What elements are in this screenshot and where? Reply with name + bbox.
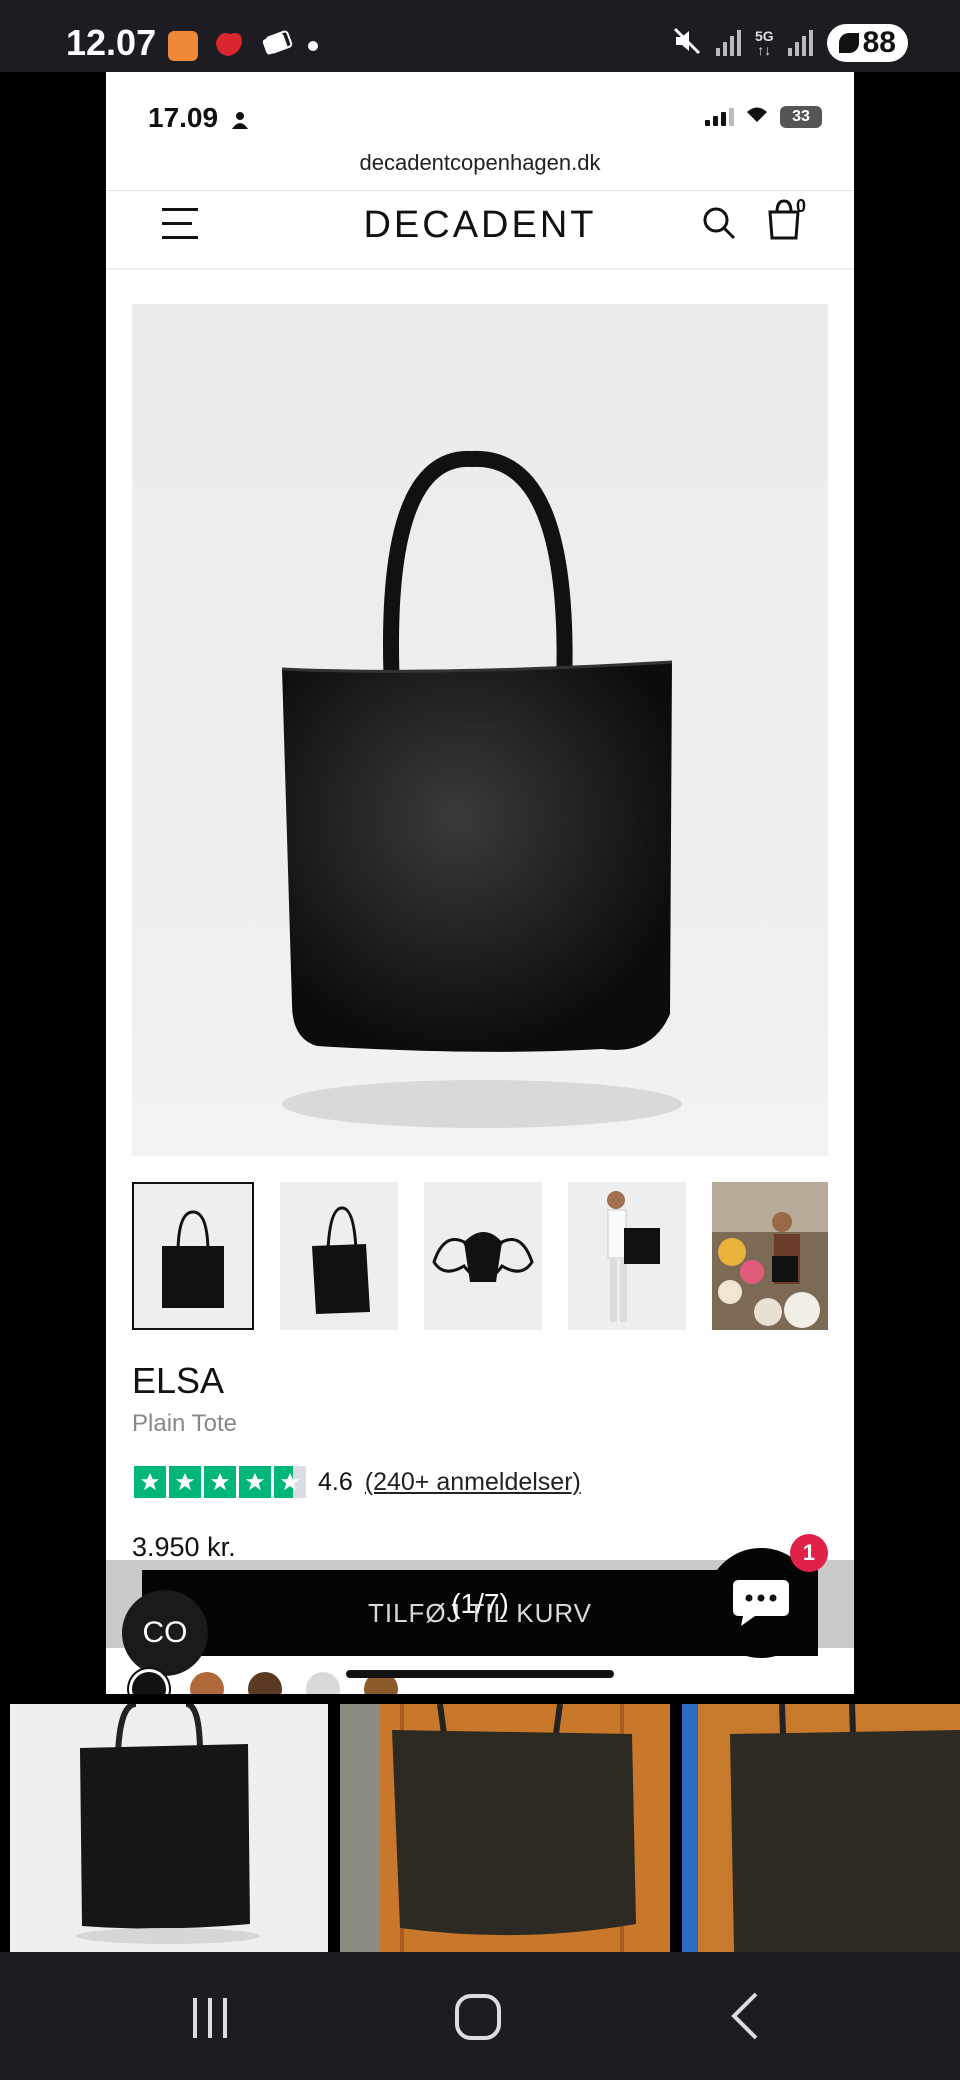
swatch-brown[interactable]: [248, 1672, 282, 1694]
back-icon: [731, 1992, 758, 2040]
home-button[interactable]: [443, 1986, 513, 2046]
android-status-bar: 12.07 5G ↑↓ 88: [0, 0, 960, 72]
home-icon: [455, 1994, 501, 2040]
swatch-light-grey[interactable]: [306, 1672, 340, 1694]
chat-icon: [733, 1580, 789, 1626]
signal-strength-icon: [715, 30, 741, 56]
thumbnail-5[interactable]: [712, 1182, 828, 1330]
star-icon: [134, 1466, 166, 1498]
address-bar-url[interactable]: decadentcopenhagen.dk: [106, 150, 854, 176]
android-time: 12.07: [66, 22, 157, 63]
co-widget-button[interactable]: CO: [122, 1590, 208, 1676]
thumbnail-2[interactable]: [280, 1182, 398, 1330]
gallery-image-2[interactable]: [340, 1704, 670, 1952]
site-header: DECADENT 0: [106, 190, 854, 270]
product-main-image[interactable]: [132, 304, 828, 1156]
gallery-image-3[interactable]: [682, 1704, 960, 1952]
recent-apps-icon: [193, 1998, 227, 2038]
ios-system-icons: 33: [705, 104, 822, 129]
cellular-icon: [705, 107, 734, 126]
more-notifications-dot: [308, 40, 318, 51]
thumbnail-3[interactable]: [424, 1182, 542, 1330]
mute-icon: [672, 26, 702, 61]
rating-score: 4.6: [318, 1467, 353, 1496]
notification-icons: [168, 28, 318, 63]
product-price: 3.950 kr.: [132, 1532, 236, 1562]
swatch-black[interactable]: [132, 1672, 166, 1694]
android-nav-bar: [0, 1952, 960, 2080]
cart-count: 0: [796, 196, 807, 216]
thumbnail-strip: [132, 1182, 832, 1330]
search-icon[interactable]: [700, 204, 740, 249]
recent-apps-button[interactable]: [175, 1986, 245, 2046]
product-subtitle: Plain Tote: [132, 1410, 237, 1437]
network-type: 5G ↑↓: [754, 28, 774, 58]
reviews-link[interactable]: (240+ anmeldelser): [365, 1468, 581, 1497]
thumbnail-1[interactable]: [132, 1182, 254, 1330]
gallery-image-1[interactable]: [10, 1704, 328, 1952]
signal-strength-icon-2: [787, 30, 813, 56]
star-icon: [204, 1466, 236, 1498]
ios-status-bar: 17.09 33: [106, 72, 854, 142]
rating-stars: [134, 1466, 306, 1498]
trustpilot-rating: 4.6 (240+ anmeldelser): [134, 1466, 581, 1498]
star-partial-icon: [274, 1466, 306, 1498]
system-icons: 5G ↑↓ 88: [672, 24, 908, 62]
tote-bag-image: [281, 450, 682, 1128]
image-gallery-strip: [0, 1704, 960, 1952]
star-icon: [239, 1466, 271, 1498]
home-indicator: [346, 1670, 614, 1678]
battery-level: 88: [862, 26, 896, 59]
ios-time: 17.09: [148, 102, 248, 134]
star-icon: [169, 1466, 201, 1498]
battery-indicator: 88: [826, 24, 908, 62]
thumbnail-4[interactable]: [568, 1182, 686, 1330]
ios-battery: 33: [780, 105, 822, 128]
app-notification-icon: [168, 30, 198, 61]
brand-logo[interactable]: DECADENT: [106, 204, 854, 247]
person-icon: [231, 112, 248, 129]
chat-unread-badge: 1: [790, 1534, 828, 1572]
phone-screenshot: 17.09 33 decadentcopenhagen.dk DECADENT …: [106, 72, 854, 1694]
co-icon: CO: [142, 1616, 188, 1649]
swatch-cognac[interactable]: [190, 1672, 224, 1694]
puzzle-notification-icon: [212, 28, 246, 63]
stack-notification-icon: [260, 28, 294, 63]
back-button[interactable]: [712, 1986, 782, 2046]
product-title: ELSA: [132, 1360, 225, 1401]
wifi-icon: [744, 104, 770, 129]
leaf-icon: [838, 33, 859, 53]
